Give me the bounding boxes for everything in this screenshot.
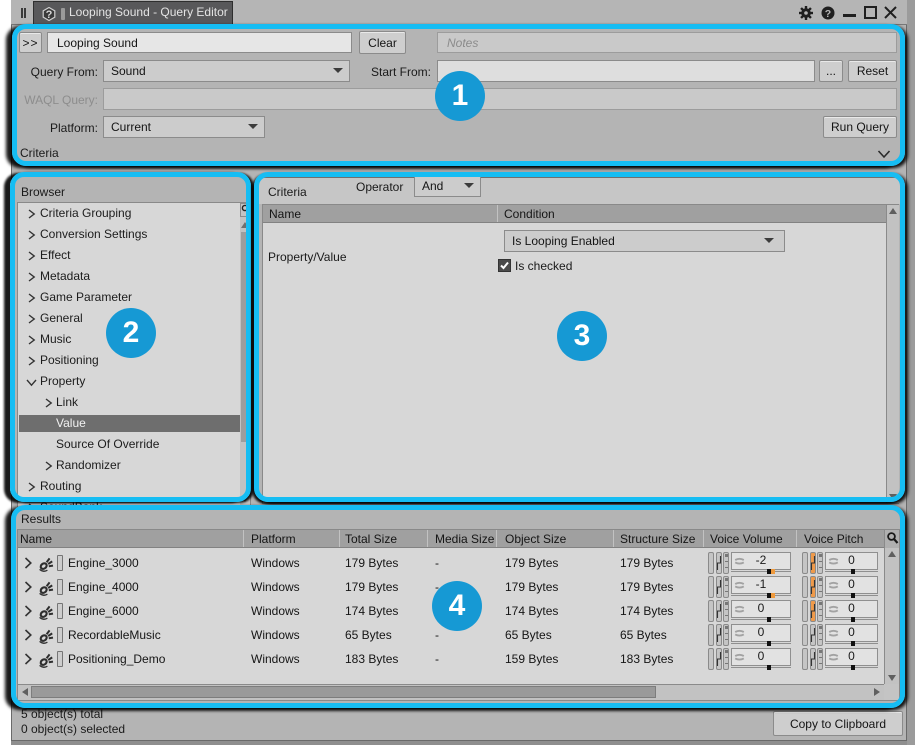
svg-text:?: ? [46, 9, 53, 21]
svg-text:?: ? [825, 8, 831, 20]
